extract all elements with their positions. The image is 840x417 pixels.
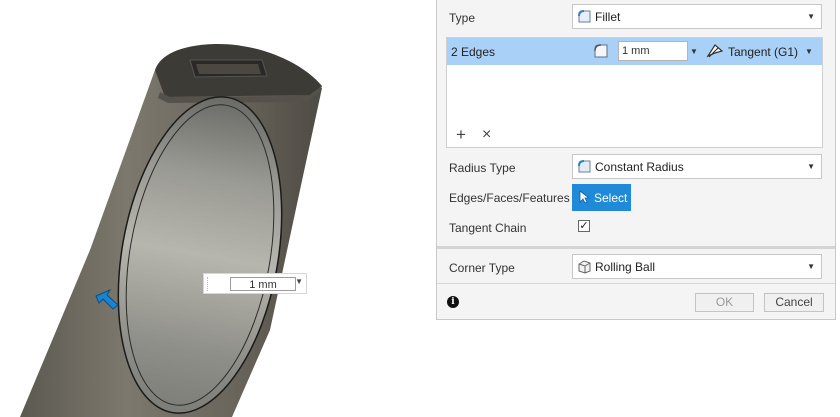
select-button-label: Select xyxy=(594,191,628,205)
radius-type-row: Radius Type Constant Radius ▼ xyxy=(437,152,835,182)
chevron-down-icon: ▼ xyxy=(807,162,815,171)
edges-faces-features-row: Edges/Faces/Features Select xyxy=(437,182,835,212)
type-row: Type Fillet ▼ xyxy=(437,2,835,32)
fillet-dialog: Type Fillet ▼ 2 Edges 1 mm ▼ Tangent (G1… xyxy=(436,0,836,320)
chevron-down-icon: ▼ xyxy=(807,262,815,271)
rolling-ball-icon xyxy=(578,260,591,274)
radius-type-icon xyxy=(578,160,591,173)
tangent-icon xyxy=(706,44,724,58)
tangent-chain-label: Tangent Chain xyxy=(449,221,527,235)
dialog-footer: i OK Cancel xyxy=(437,283,835,320)
radius-type-value: Constant Radius xyxy=(595,160,684,174)
model-canvas[interactable] xyxy=(0,0,436,417)
model-viewport[interactable]: 1 mm ▼ xyxy=(0,0,436,417)
type-dropdown[interactable]: Fillet ▼ xyxy=(572,4,822,29)
corner-type-row: Corner Type Rolling Ball ▼ xyxy=(437,252,835,282)
edge-selection-list[interactable]: 2 Edges 1 mm ▼ Tangent (G1) ▼ + × xyxy=(446,37,823,148)
drag-handle[interactable] xyxy=(207,277,212,291)
chevron-down-icon: ▼ xyxy=(807,12,815,21)
radius-type-dropdown[interactable]: Constant Radius ▼ xyxy=(572,154,822,179)
inline-radius-dimension[interactable]: 1 mm ▼ xyxy=(203,273,307,294)
info-icon[interactable]: i xyxy=(447,296,459,308)
fillet-icon xyxy=(594,44,608,58)
ok-button[interactable]: OK xyxy=(695,293,754,312)
fillet-icon xyxy=(578,10,591,23)
cancel-button[interactable]: Cancel xyxy=(764,293,824,312)
radius-input[interactable]: 1 mm xyxy=(618,41,688,61)
chevron-down-icon[interactable]: ▼ xyxy=(805,47,813,56)
corner-type-dropdown[interactable]: Rolling Ball ▼ xyxy=(572,254,822,279)
type-label: Type xyxy=(449,11,476,25)
edges-faces-features-label: Edges/Faces/Features xyxy=(449,191,570,205)
radius-type-label: Radius Type xyxy=(449,161,516,175)
cursor-icon xyxy=(579,190,591,204)
chevron-down-icon[interactable]: ▼ xyxy=(295,277,303,286)
inline-radius-input[interactable]: 1 mm xyxy=(230,277,296,291)
corner-type-label: Corner Type xyxy=(449,261,515,275)
corner-type-value: Rolling Ball xyxy=(595,260,656,274)
plus-icon[interactable]: + xyxy=(456,126,466,143)
select-button[interactable]: Select xyxy=(572,184,631,211)
type-value: Fillet xyxy=(595,10,621,24)
close-icon[interactable]: × xyxy=(482,126,491,143)
tangency-value[interactable]: Tangent (G1) xyxy=(728,45,798,59)
tangent-chain-row: Tangent Chain ✓ xyxy=(437,212,835,242)
section-divider xyxy=(437,246,835,249)
slot-inner xyxy=(196,64,261,74)
chevron-down-icon[interactable]: ▼ xyxy=(690,47,698,56)
table-row[interactable]: 2 Edges 1 mm ▼ Tangent (G1) ▼ xyxy=(447,38,822,65)
edge-count: 2 Edges xyxy=(451,45,496,59)
tangent-chain-checkbox[interactable]: ✓ xyxy=(578,220,590,232)
